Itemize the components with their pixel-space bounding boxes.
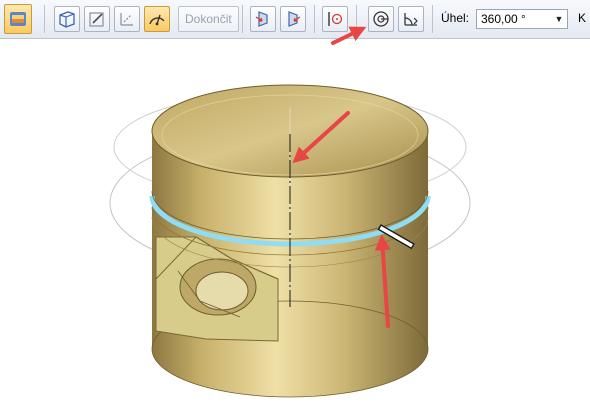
piston-model: [109, 84, 471, 398]
annotation-overlay: [331, 26, 367, 45]
arrow-to-revolve-360: [331, 26, 367, 45]
pin-hole: [195, 271, 249, 311]
graphics-window[interactable]: [0, 39, 590, 404]
